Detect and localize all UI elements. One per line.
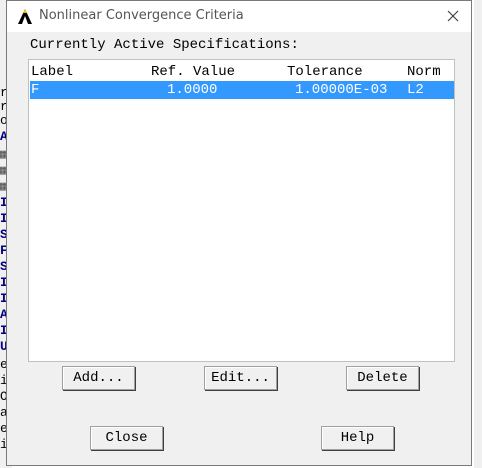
convergence-criteria-dialog: Nonlinear Convergence Criteria Currently…	[6, 0, 472, 466]
column-header-norm: Norm	[407, 64, 441, 80]
column-header-label: Label	[31, 64, 74, 80]
row-tolerance: 1.00000E-03	[295, 82, 388, 98]
close-icon[interactable]	[443, 6, 463, 26]
section-label: Currently Active Specifications:	[30, 37, 299, 53]
list-row-selected[interactable]: F 1.0000 1.00000E-03 L2	[30, 81, 454, 99]
edit-button[interactable]: Edit...	[204, 366, 277, 390]
delete-button[interactable]: Delete	[346, 366, 419, 390]
background-window-right	[474, 0, 482, 468]
title-bar[interactable]: Nonlinear Convergence Criteria	[7, 1, 471, 32]
column-header-tolerance: Tolerance	[287, 64, 363, 80]
row-ref-value: 1.0000	[167, 82, 218, 98]
add-button[interactable]: Add...	[62, 366, 135, 390]
row-label: F	[31, 82, 40, 98]
column-header-ref-value: Ref. Value	[151, 64, 236, 80]
dialog-title: Nonlinear Convergence Criteria	[39, 8, 244, 23]
help-button[interactable]: Help	[321, 426, 394, 450]
specifications-list[interactable]: Label Ref. Value Tolerance Norm F 1.0000…	[28, 59, 455, 362]
row-norm: L2	[407, 82, 424, 98]
ansys-logo-icon	[17, 8, 33, 25]
close-button[interactable]: Close	[90, 426, 163, 450]
